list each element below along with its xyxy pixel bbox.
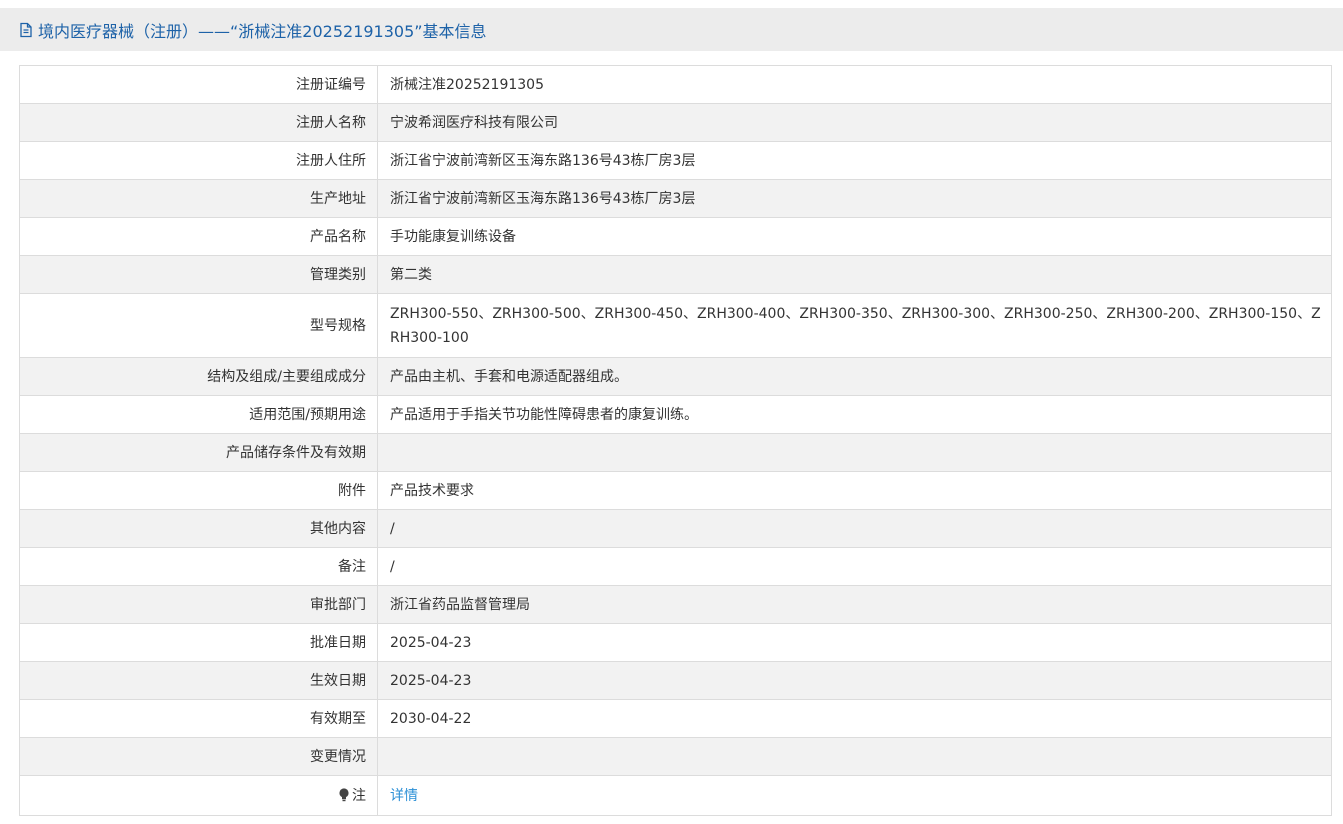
table-row-registrant-address: 注册人住所 浙江省宁波前湾新区玉海东路136号43栋厂房3层	[19, 141, 1332, 180]
row-value: /	[377, 509, 1332, 548]
row-label: 生效日期	[19, 661, 378, 700]
row-label: 变更情况	[19, 737, 378, 776]
row-label: 管理类别	[19, 255, 378, 294]
table-row-other-content: 其他内容 /	[19, 509, 1332, 548]
row-label: 注册人住所	[19, 141, 378, 180]
row-label: 附件	[19, 471, 378, 510]
row-label: 结构及组成/主要组成成分	[19, 357, 378, 396]
row-value: 2025-04-23	[377, 661, 1332, 700]
lightbulb-icon	[338, 786, 350, 801]
row-value: 手功能康复训练设备	[377, 217, 1332, 256]
note-value-cell: 详情	[377, 775, 1332, 816]
table-row-registration-number: 注册证编号 浙械注准20252191305	[19, 65, 1332, 104]
row-value: ZRH300-550、ZRH300-500、ZRH300-450、ZRH300-…	[377, 293, 1332, 358]
table-row-attachments: 附件 产品技术要求	[19, 471, 1332, 510]
row-label: 产品名称	[19, 217, 378, 256]
row-label: 生产地址	[19, 179, 378, 218]
row-value: 浙江省宁波前湾新区玉海东路136号43栋厂房3层	[377, 141, 1332, 180]
row-value: 浙械注准20252191305	[377, 65, 1332, 104]
row-label: 备注	[19, 547, 378, 586]
page-header: 境内医疗器械（注册）——“浙械注准20252191305”基本信息	[0, 8, 1343, 51]
table-row-management-class: 管理类别 第二类	[19, 255, 1332, 294]
table-row-expiry-date: 有效期至 2030-04-22	[19, 699, 1332, 738]
table-row-storage-conditions: 产品储存条件及有效期	[19, 433, 1332, 472]
row-value: 2030-04-22	[377, 699, 1332, 738]
table-row-change-history: 变更情况	[19, 737, 1332, 776]
details-link[interactable]: 详情	[390, 788, 418, 804]
row-value: 第二类	[377, 255, 1332, 294]
row-label: 批准日期	[19, 623, 378, 662]
table-row-model-spec: 型号规格 ZRH300-550、ZRH300-500、ZRH300-450、ZRH…	[19, 293, 1332, 358]
table-row-intended-use: 适用范围/预期用途 产品适用于手指关节功能性障碍患者的康复训练。	[19, 395, 1332, 434]
table-row-registrant-name: 注册人名称 宁波希润医疗科技有限公司	[19, 103, 1332, 142]
row-value: 2025-04-23	[377, 623, 1332, 662]
table-row-approval-date: 批准日期 2025-04-23	[19, 623, 1332, 662]
row-label: 适用范围/预期用途	[19, 395, 378, 434]
table-row-product-name: 产品名称 手功能康复训练设备	[19, 217, 1332, 256]
device-info-table: 注册证编号 浙械注准20252191305 注册人名称 宁波希润医疗科技有限公司 注册人…	[19, 65, 1332, 816]
row-value: 产品适用于手指关节功能性障碍患者的康复训练。	[377, 395, 1332, 434]
row-value: 产品由主机、手套和电源适配器组成。	[377, 357, 1332, 396]
row-value: 宁波希润医疗科技有限公司	[377, 103, 1332, 142]
row-value: 浙江省药品监督管理局	[377, 585, 1332, 624]
row-value	[377, 737, 1332, 776]
row-label: 审批部门	[19, 585, 378, 624]
row-label: 型号规格	[19, 293, 378, 358]
page-title: 境内医疗器械（注册）——“浙械注准20252191305”基本信息	[38, 21, 487, 41]
row-label: 有效期至	[19, 699, 378, 738]
note-label-cell: 注	[19, 775, 378, 816]
note-label: 注	[352, 787, 366, 804]
table-row-structure-composition: 结构及组成/主要组成成分 产品由主机、手套和电源适配器组成。	[19, 357, 1332, 396]
row-label: 注册人名称	[19, 103, 378, 142]
table-row-approval-department: 审批部门 浙江省药品监督管理局	[19, 585, 1332, 624]
table-row-effective-date: 生效日期 2025-04-23	[19, 661, 1332, 700]
table-row-remarks: 备注 /	[19, 547, 1332, 586]
row-label: 其他内容	[19, 509, 378, 548]
row-value: 浙江省宁波前湾新区玉海东路136号43栋厂房3层	[377, 179, 1332, 218]
document-icon	[18, 22, 34, 38]
table-row-production-address: 生产地址 浙江省宁波前湾新区玉海东路136号43栋厂房3层	[19, 179, 1332, 218]
row-label: 注册证编号	[19, 65, 378, 104]
table-row-note: 注 详情	[19, 775, 1332, 816]
row-value: /	[377, 547, 1332, 586]
row-label: 产品储存条件及有效期	[19, 433, 378, 472]
row-value	[377, 433, 1332, 472]
row-value: 产品技术要求	[377, 471, 1332, 510]
